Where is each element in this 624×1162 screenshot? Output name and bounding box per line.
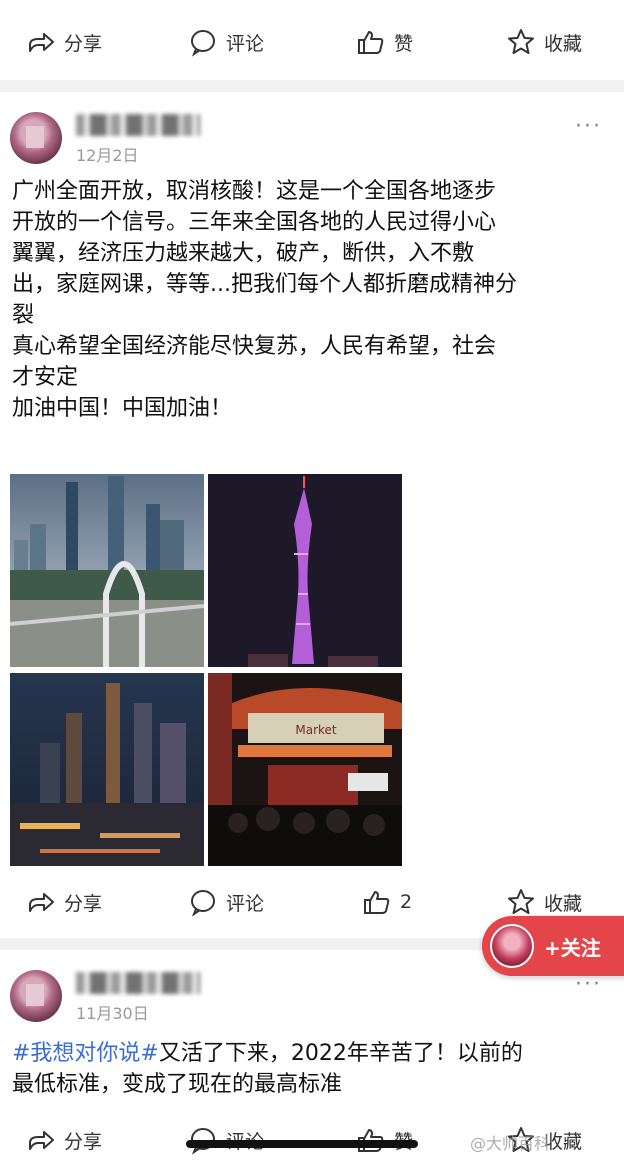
photo-skyline-bridge[interactable]	[10, 474, 204, 667]
like-button[interactable]: 2	[362, 887, 412, 917]
post-text: 广州全面开放，取消核酸！这是一个全国各地逐步 开放的一个信号。三年来全国各地的人…	[12, 176, 612, 424]
post-date: 12月2日	[76, 146, 139, 165]
photo-city-night[interactable]	[10, 673, 204, 866]
star-icon	[508, 889, 534, 914]
comment-button[interactable]: 评论	[188, 27, 264, 57]
comment-label: 评论	[226, 32, 265, 55]
gate-sign-text: Market	[295, 723, 337, 737]
star-icon	[508, 29, 534, 54]
post-header: 12月2日 ···	[0, 104, 624, 180]
share-label: 分享	[64, 892, 103, 915]
share-label: 分享	[64, 1130, 103, 1153]
share-button[interactable]: 分享	[26, 27, 102, 57]
collect-button[interactable]: 收藏	[506, 27, 582, 57]
blurred-username	[76, 114, 200, 136]
collect-label: 收藏	[544, 32, 583, 55]
like-count: 2	[400, 891, 413, 913]
like-button[interactable]: 赞	[356, 27, 413, 57]
text-line: #我想对你说#又活了下来，2022年辛苦了！以前的	[12, 1038, 612, 1069]
comment-icon	[191, 30, 215, 57]
text-line: 真心希望全国经济能尽快复苏，人民有希望，社会	[12, 334, 497, 359]
text-line: 最低标准，变成了现在的最高标准	[12, 1072, 343, 1097]
text-line: 才安定	[12, 365, 79, 390]
text-line: 出，家庭网课，等等...把我们每个人都折磨成精神分	[12, 272, 517, 297]
text-line: 加油中国！中国加油！	[12, 396, 233, 421]
thumbs-up-icon	[364, 891, 390, 914]
text-line: 翼翼，经济压力越来越大，破产，断供，入不敷	[12, 241, 475, 266]
blurred-username	[76, 972, 200, 994]
follow-avatar	[490, 924, 534, 968]
text-line-rest: 又活了下来，2022年辛苦了！以前的	[158, 1041, 523, 1066]
post-date: 11月30日	[76, 1004, 149, 1023]
follow-button[interactable]: +关注	[482, 916, 624, 976]
action-bar-top: 分享 评论 赞 收藏	[0, 14, 624, 70]
share-button[interactable]: 分享	[26, 887, 102, 917]
hashtag-link[interactable]: #我想对你说#	[12, 1041, 159, 1066]
photo-night-market[interactable]: Market	[208, 673, 402, 866]
text-line: 开放的一个信号。三年来全国各地的人民过得小心	[12, 210, 497, 235]
comment-icon	[191, 890, 215, 917]
watermark-text: @大帅百科	[470, 1134, 551, 1153]
share-icon	[29, 1131, 54, 1150]
follow-label: +关注	[544, 935, 601, 960]
more-icon[interactable]: ···	[575, 114, 602, 139]
avatar[interactable]	[10, 970, 62, 1022]
photo-canton-tower[interactable]	[208, 474, 402, 667]
text-line: 裂	[12, 303, 35, 328]
share-icon	[29, 893, 54, 912]
home-indicator[interactable]	[186, 1140, 418, 1148]
comment-label: 评论	[226, 892, 265, 915]
post-text: #我想对你说#又活了下来，2022年辛苦了！以前的 最低标准，变成了现在的最高标…	[12, 1038, 612, 1100]
share-icon	[29, 33, 54, 52]
photo-grid: Market	[10, 474, 402, 868]
collect-label: 收藏	[544, 892, 583, 915]
thumbs-up-icon	[358, 31, 384, 54]
share-label: 分享	[64, 32, 103, 55]
avatar[interactable]	[10, 112, 62, 164]
collect-button[interactable]: 收藏	[506, 887, 582, 917]
separator	[0, 80, 624, 92]
like-label: 赞	[394, 32, 414, 55]
text-line: 广州全面开放，取消核酸！这是一个全国各地逐步	[12, 179, 497, 204]
comment-button[interactable]: 评论	[188, 887, 264, 917]
share-button[interactable]: 分享	[26, 1125, 102, 1155]
